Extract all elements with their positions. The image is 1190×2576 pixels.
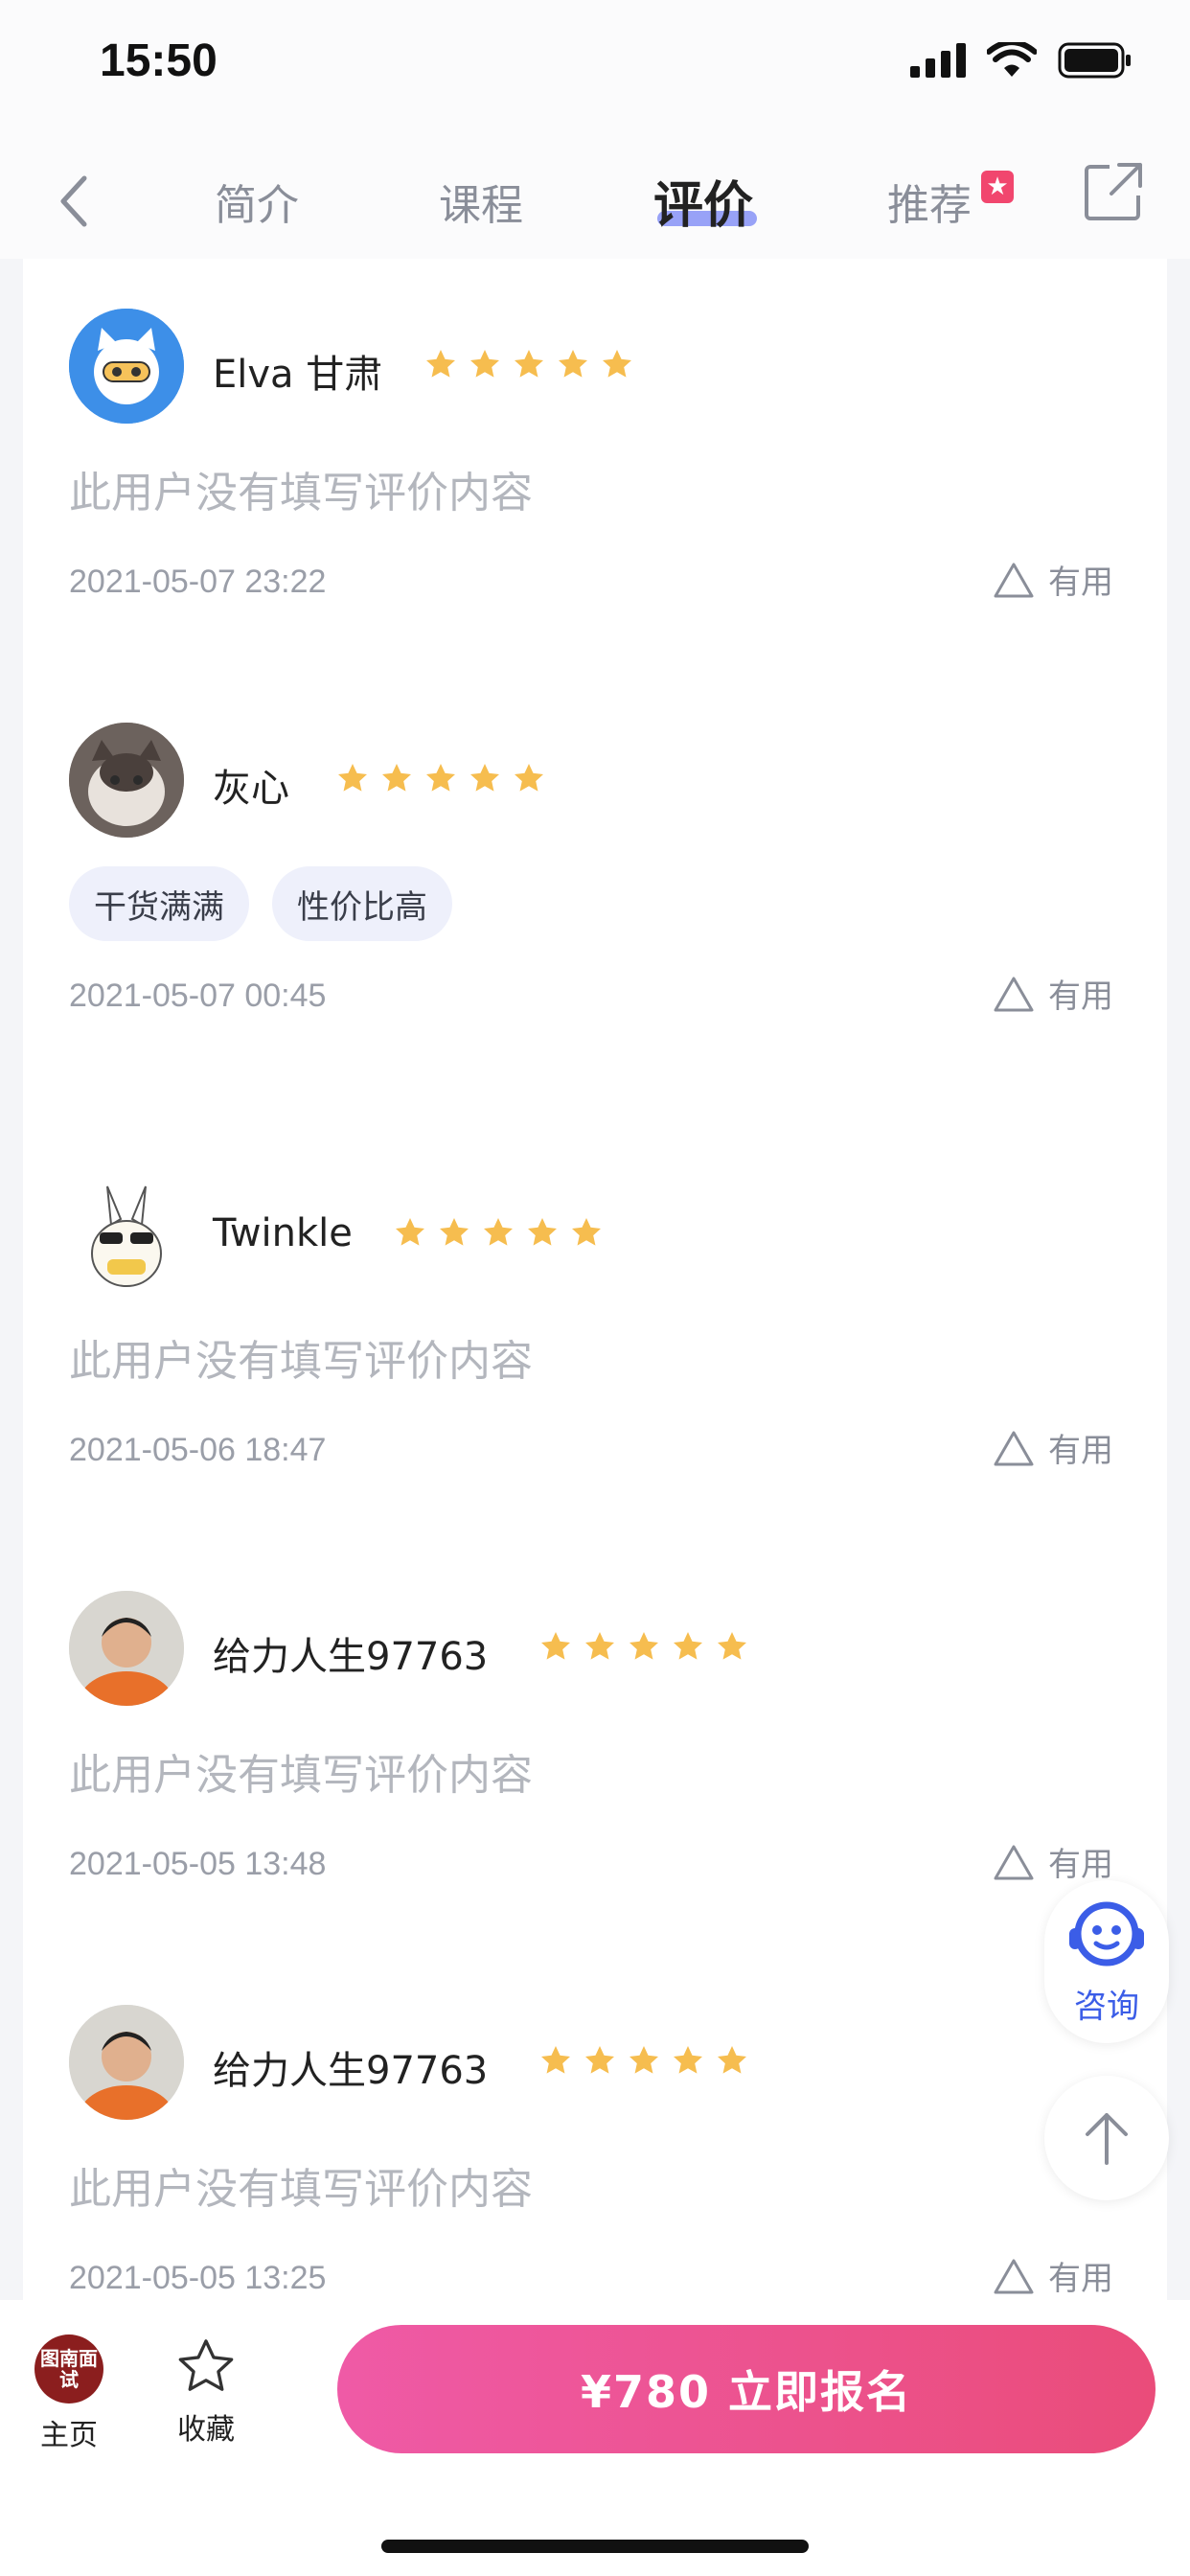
status-time: 15:50 bbox=[100, 35, 217, 86]
useful-button[interactable]: 有用 bbox=[993, 1838, 1113, 1885]
reviews-list: Elva 甘肃 此用户没有填写评价内容 2021-05-07 23:22 有用 … bbox=[23, 259, 1167, 2300]
chevron-left-icon[interactable] bbox=[50, 163, 98, 240]
star-icon bbox=[572, 1218, 601, 1246]
star-icon bbox=[396, 1218, 424, 1246]
review-date: 2021-05-06 18:47 bbox=[69, 1432, 327, 1468]
review-date: 2021-05-07 00:45 bbox=[69, 978, 327, 1014]
tab-course[interactable]: 课程 bbox=[439, 171, 523, 232]
favorite-label: 收藏 bbox=[177, 2413, 235, 2447]
review-username: 灰心 bbox=[213, 767, 289, 811]
star-icon bbox=[674, 2046, 702, 2074]
review-text: 此用户没有填写评价内容 bbox=[69, 469, 533, 518]
avatar bbox=[69, 723, 184, 838]
star-icon bbox=[629, 1632, 658, 1660]
review-username: Elva 甘肃 bbox=[213, 353, 383, 397]
share-icon[interactable] bbox=[1083, 161, 1144, 222]
star-icon bbox=[515, 764, 543, 792]
favorite-button[interactable]: 收藏 bbox=[172, 2334, 240, 2448]
useful-label: 有用 bbox=[1048, 2260, 1113, 2298]
home-label: 主页 bbox=[40, 2419, 98, 2452]
rating-stars bbox=[393, 1215, 604, 1250]
star-icon bbox=[541, 1632, 570, 1660]
star-icon bbox=[603, 350, 631, 378]
triangle-icon bbox=[994, 1431, 1034, 1465]
star-icon bbox=[470, 350, 499, 378]
review-tag: 干货满满 bbox=[69, 866, 249, 941]
star-icon bbox=[382, 764, 411, 792]
review-text: 此用户没有填写评价内容 bbox=[69, 1337, 533, 1386]
review-username: Twinkle bbox=[213, 1211, 353, 1255]
nav-bar: 简介 课程 评价 推荐 ★ bbox=[0, 144, 1190, 259]
customer-service-icon bbox=[1069, 1901, 1144, 1966]
review-tags: 干货满满 性价比高 bbox=[69, 866, 452, 941]
avatar bbox=[69, 2005, 184, 2120]
star-icon bbox=[674, 1632, 702, 1660]
tab-reviews[interactable]: 评价 bbox=[653, 165, 753, 237]
useful-button[interactable]: 有用 bbox=[993, 1424, 1113, 1471]
avatar bbox=[69, 1591, 184, 1706]
star-icon bbox=[718, 2046, 746, 2074]
star-icon bbox=[470, 764, 499, 792]
rating-stars bbox=[335, 761, 546, 795]
star-icon bbox=[585, 2046, 614, 2074]
star-icon bbox=[426, 350, 455, 378]
consult-label: 咨询 bbox=[1074, 1987, 1139, 2026]
star-icon bbox=[515, 350, 543, 378]
useful-label: 有用 bbox=[1048, 1432, 1113, 1470]
star-icon bbox=[528, 1218, 557, 1246]
useful-label: 有用 bbox=[1048, 564, 1113, 602]
home-button[interactable]: 图南面试 主页 bbox=[31, 2334, 107, 2453]
triangle-icon bbox=[994, 977, 1034, 1011]
home-indicator bbox=[381, 2540, 809, 2553]
triangle-icon bbox=[994, 1845, 1034, 1879]
star-icon bbox=[559, 350, 587, 378]
bottom-action-bar: 图南面试 主页 收藏 ¥780 立即报名 bbox=[0, 2300, 1190, 2576]
star-icon bbox=[718, 1632, 746, 1660]
review-text: 此用户没有填写评价内容 bbox=[69, 1751, 533, 1800]
review-username: 给力人生97763 bbox=[213, 1635, 489, 1679]
review-text: 此用户没有填写评价内容 bbox=[69, 2165, 533, 2214]
arrow-up-icon bbox=[1086, 2113, 1128, 2165]
tab-intro[interactable]: 简介 bbox=[215, 171, 299, 232]
review-username: 给力人生97763 bbox=[213, 2049, 489, 2093]
star-badge-icon: ★ bbox=[981, 171, 1014, 203]
tab-recommend[interactable]: 推荐 bbox=[887, 171, 972, 232]
consult-button[interactable]: 咨询 bbox=[1044, 1880, 1169, 2043]
status-icons bbox=[910, 42, 1133, 79]
triangle-icon bbox=[994, 2259, 1034, 2293]
rating-stars bbox=[538, 1629, 749, 1664]
star-icon bbox=[484, 1218, 513, 1246]
rating-stars bbox=[423, 347, 634, 381]
review-date: 2021-05-05 13:48 bbox=[69, 1846, 327, 1882]
useful-label: 有用 bbox=[1048, 978, 1113, 1016]
review-date: 2021-05-05 13:25 bbox=[69, 2260, 327, 2296]
useful-label: 有用 bbox=[1048, 1846, 1113, 1884]
review-tag: 性价比高 bbox=[272, 866, 452, 941]
back-to-top-button[interactable] bbox=[1044, 2076, 1169, 2200]
star-icon bbox=[426, 764, 455, 792]
triangle-icon bbox=[994, 563, 1034, 597]
rating-stars bbox=[538, 2043, 749, 2078]
avatar bbox=[69, 1177, 184, 1292]
enroll-button[interactable]: ¥780 立即报名 bbox=[337, 2325, 1156, 2453]
star-icon bbox=[585, 1632, 614, 1660]
star-icon bbox=[338, 764, 367, 792]
avatar bbox=[69, 309, 184, 424]
signal-icon bbox=[910, 43, 966, 78]
star-icon bbox=[629, 2046, 658, 2074]
review-date: 2021-05-07 23:22 bbox=[69, 564, 327, 600]
wifi-icon bbox=[987, 42, 1037, 77]
useful-button[interactable]: 有用 bbox=[993, 970, 1113, 1017]
star-icon bbox=[541, 2046, 570, 2074]
brand-logo: 图南面试 bbox=[34, 2334, 103, 2404]
star-icon bbox=[440, 1218, 469, 1246]
useful-button[interactable]: 有用 bbox=[993, 556, 1113, 603]
battery-icon bbox=[1058, 42, 1131, 79]
useful-button[interactable]: 有用 bbox=[993, 2252, 1113, 2299]
star-outline-icon bbox=[178, 2339, 234, 2391]
